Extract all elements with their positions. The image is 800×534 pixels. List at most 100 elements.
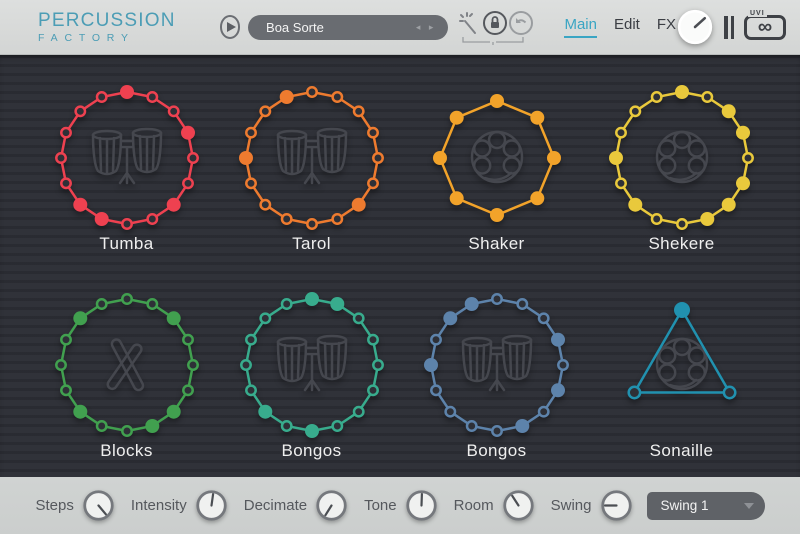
step-node-off[interactable] [147, 214, 156, 223]
step-node-off[interactable] [61, 385, 70, 394]
step-node-on[interactable] [73, 197, 87, 211]
step-node-off[interactable] [61, 128, 70, 137]
step-node-off[interactable] [677, 219, 686, 228]
step-node-off[interactable] [368, 178, 377, 187]
step-node-on[interactable] [736, 125, 750, 139]
step-ring-bongos-1[interactable] [222, 275, 402, 455]
step-node-on[interactable] [721, 104, 735, 118]
step-ring-bongos-2[interactable] [407, 275, 587, 455]
step-node-on[interactable] [181, 125, 195, 139]
step-node-off[interactable] [97, 92, 106, 101]
step-node-off[interactable] [183, 335, 192, 344]
step-node-off[interactable] [492, 294, 501, 303]
step-node-off[interactable] [616, 178, 625, 187]
step-node-on[interactable] [433, 151, 447, 165]
step-node-off[interactable] [56, 360, 65, 369]
step-node-off[interactable] [122, 426, 131, 435]
step-node-off[interactable] [260, 313, 269, 322]
step-node-off[interactable] [332, 421, 341, 430]
step-node-off[interactable] [147, 92, 156, 101]
step-node-off[interactable] [354, 106, 363, 115]
magic-wand-icon[interactable] [458, 10, 482, 36]
step-node-off[interactable] [652, 92, 661, 101]
step-node-on[interactable] [736, 176, 750, 190]
swing-preset-dropdown[interactable]: Swing 1 [647, 492, 765, 520]
step-node-off[interactable] [431, 385, 440, 394]
step-node-on[interactable] [609, 151, 623, 165]
swing-knob[interactable] [600, 489, 633, 522]
step-node-off[interactable] [539, 407, 548, 416]
step-node-off[interactable] [260, 200, 269, 209]
step-node-off[interactable] [630, 106, 639, 115]
master-volume-knob[interactable] [676, 8, 714, 46]
step-ring-sonaille[interactable] [592, 275, 772, 455]
step-node-off[interactable] [246, 178, 255, 187]
step-node-off[interactable] [368, 335, 377, 344]
undo-icon[interactable] [508, 10, 534, 36]
step-node-off[interactable] [368, 385, 377, 394]
step-node-off[interactable] [517, 299, 526, 308]
step-node-off[interactable] [246, 128, 255, 137]
step-node-off[interactable] [282, 421, 291, 430]
step-node-on[interactable] [490, 208, 504, 222]
step-node-on[interactable] [449, 191, 463, 205]
step-node-on[interactable] [94, 212, 108, 226]
step-node-on[interactable] [530, 191, 544, 205]
step-node-on[interactable] [166, 311, 180, 325]
step-node-off[interactable] [246, 385, 255, 394]
step-node-on[interactable] [239, 151, 253, 165]
tab-fx[interactable]: FX [657, 16, 676, 38]
step-node-off[interactable] [122, 294, 131, 303]
step-node-off[interactable] [373, 360, 382, 369]
step-node-off[interactable] [616, 128, 625, 137]
step-node-off[interactable] [61, 335, 70, 344]
step-node-off[interactable] [373, 153, 382, 162]
step-node-off[interactable] [332, 92, 341, 101]
step-node-on[interactable] [674, 302, 690, 318]
step-node-on[interactable] [166, 404, 180, 418]
step-node-off[interactable] [75, 106, 84, 115]
step-node-on[interactable] [530, 110, 544, 124]
step-node-off[interactable] [307, 87, 316, 96]
step-node-on[interactable] [305, 292, 319, 306]
step-node-off[interactable] [97, 299, 106, 308]
step-node-off[interactable] [56, 153, 65, 162]
preset-selector[interactable]: Boa Sorte ◂ ▸ [248, 15, 448, 40]
step-node-on[interactable] [675, 85, 689, 99]
step-node-off[interactable] [122, 219, 131, 228]
step-node-off[interactable] [241, 360, 250, 369]
step-node-on[interactable] [305, 424, 319, 438]
step-node-off[interactable] [445, 407, 454, 416]
step-node-on[interactable] [551, 383, 565, 397]
step-node-on[interactable] [721, 197, 735, 211]
step-node-on[interactable] [449, 110, 463, 124]
step-ring-shekere[interactable] [592, 68, 772, 248]
step-node-on[interactable] [547, 151, 561, 165]
step-node-on[interactable] [464, 297, 478, 311]
lock-icon[interactable] [482, 10, 508, 36]
tone-knob[interactable] [405, 489, 438, 522]
step-node-on[interactable] [73, 404, 87, 418]
step-node-off[interactable] [332, 214, 341, 223]
intensity-knob[interactable] [195, 489, 228, 522]
step-node-on[interactable] [628, 197, 642, 211]
step-node-on[interactable] [443, 311, 457, 325]
step-node-off[interactable] [702, 92, 711, 101]
decimate-knob[interactable] [315, 489, 348, 522]
step-node-off[interactable] [282, 214, 291, 223]
step-node-off[interactable] [368, 128, 377, 137]
step-node-off[interactable] [282, 299, 291, 308]
step-node-off[interactable] [97, 421, 106, 430]
step-node-on[interactable] [351, 197, 365, 211]
tab-main[interactable]: Main [564, 16, 597, 38]
step-node-off[interactable] [558, 360, 567, 369]
step-node-on[interactable] [258, 404, 272, 418]
step-node-off[interactable] [169, 106, 178, 115]
step-ring-blocks[interactable] [37, 275, 217, 455]
step-node-off[interactable] [354, 407, 363, 416]
step-node-on[interactable] [490, 94, 504, 108]
step-node-off[interactable] [743, 153, 752, 162]
step-node-off[interactable] [61, 178, 70, 187]
step-ring-tumba[interactable] [37, 68, 217, 248]
tab-edit[interactable]: Edit [614, 16, 640, 38]
